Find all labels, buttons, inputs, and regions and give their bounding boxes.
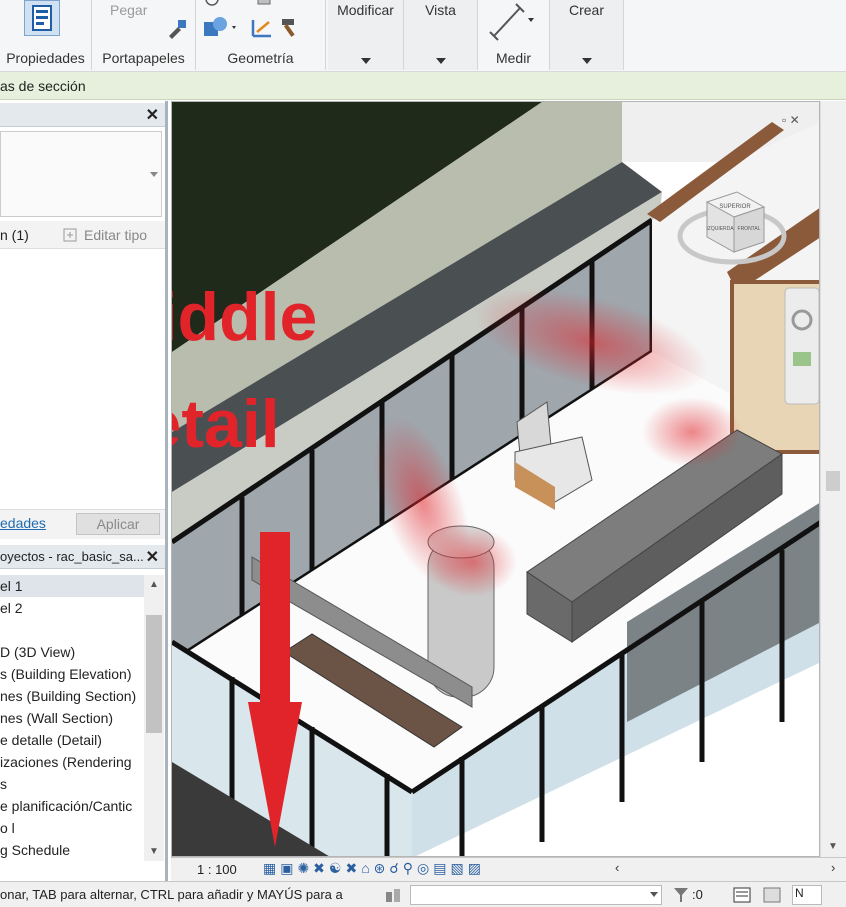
tree-item[interactable]: D (3D View): [0, 641, 145, 663]
options-bar: as de sección: [0, 72, 846, 100]
match-properties-icon[interactable]: [166, 18, 188, 40]
chevron-down-icon: [650, 892, 658, 897]
browser-scrollbar[interactable]: ▲ ▼: [144, 575, 164, 861]
ribbon: Propiedades Pegar Portapapeles Geometría…: [0, 0, 846, 72]
chevron-down-icon: [150, 172, 158, 177]
tree-item[interactable]: el 2: [0, 597, 145, 619]
geometry-label: Geometría: [227, 50, 294, 66]
editable-only-icon[interactable]: [732, 886, 752, 904]
tree-item[interactable]: e detalle (Detail): [0, 729, 145, 751]
tree-item[interactable]: g Schedule: [0, 839, 145, 861]
status-bar: onar, TAB para alternar, CTRL para añadi…: [0, 881, 846, 907]
properties-palette-header: ✕: [0, 103, 165, 127]
measure-panel-group: Medir: [478, 0, 550, 70]
chevron-up-icon[interactable]: ▲: [149, 579, 159, 590]
create-panel-button[interactable]: Crear: [550, 0, 624, 70]
tree-item[interactable]: nes (Wall Section): [0, 707, 145, 729]
close-icon[interactable]: ✕: [146, 105, 159, 125]
category-selector[interactable]: n (1): [0, 227, 58, 245]
chevron-left-icon[interactable]: ‹: [615, 860, 619, 875]
modify-label: Modificar: [337, 2, 394, 18]
view-control-bar: 1 : 100 ▦▣✺✖☯✖⌂⊛☌⚲◎▤▧▨ ‹ ›: [171, 857, 846, 881]
chevron-down-icon: [360, 58, 371, 64]
left-panel: ✕ n (1) Editar tipo edades Aplicar oyect…: [0, 101, 168, 881]
filter-count: :0: [692, 887, 703, 902]
properties-button[interactable]: [24, 0, 60, 36]
clipboard-panel-group: Pegar Portapapeles: [92, 0, 196, 70]
view-cube-right-label: FRONTAL: [738, 226, 761, 232]
chevron-down-icon[interactable]: ▼: [149, 846, 159, 857]
project-browser-header: oyectos - rac_basic_sa... ✕: [0, 545, 165, 569]
edit-type-button[interactable]: Editar tipo: [84, 227, 147, 243]
tree-item[interactable]: el 1: [0, 575, 145, 597]
wall-joins-icon[interactable]: [250, 16, 274, 38]
view-cube-left-label: IZQUIERDA: [706, 226, 734, 232]
type-selector-preview[interactable]: [0, 131, 162, 217]
edit-type-icon: [63, 228, 77, 242]
annotation-text-detail: detail: [172, 386, 280, 462]
apply-button[interactable]: Aplicar: [76, 513, 160, 535]
worksets-icon[interactable]: [384, 886, 402, 904]
cut-icon[interactable]: [202, 0, 222, 8]
status-text: onar, TAB para alternar, CTRL para añadi…: [0, 887, 343, 902]
properties-icon: [32, 5, 52, 31]
project-browser-title: oyectos - rac_basic_sa...: [0, 549, 144, 564]
tree-item[interactable]: [0, 619, 145, 641]
selection-mode-dropdown[interactable]: N: [792, 885, 822, 905]
properties-label: Propiedades: [6, 50, 85, 66]
view-control-icons[interactable]: ▦▣✺✖☯✖⌂⊛☌⚲◎▤▧▨: [263, 860, 485, 877]
tree-item[interactable]: s: [0, 773, 145, 795]
properties-panel-group: Propiedades: [0, 0, 92, 70]
geometry-panel-group: Geometría: [196, 0, 326, 70]
properties-footer: edades Aplicar: [0, 509, 165, 539]
measure-label: Medir: [495, 50, 531, 66]
tree-item[interactable]: s (Building Elevation): [0, 663, 145, 685]
tree-item[interactable]: nes (Building Section): [0, 685, 145, 707]
modify-panel-button[interactable]: Modificar: [328, 0, 404, 70]
scrollbar-thumb[interactable]: [826, 471, 840, 491]
tree-item[interactable]: o l: [0, 817, 145, 839]
join-icon[interactable]: [254, 0, 274, 8]
project-browser-tree: el 1 el 2 D (3D View) s (Building Elevat…: [0, 575, 165, 881]
select-links-icon[interactable]: [762, 886, 782, 904]
svg-text:▫ ✕: ▫ ✕: [782, 113, 800, 127]
filter-icon[interactable]: [672, 886, 690, 904]
shapes-icon[interactable]: [202, 16, 238, 38]
instance-filter-row: n (1) Editar tipo: [0, 221, 165, 249]
chevron-down-icon: [581, 58, 592, 64]
view-label: Vista: [425, 2, 456, 18]
annotation-text-middle: Middle: [172, 279, 317, 355]
create-label: Crear: [568, 2, 604, 18]
scrollbar-thumb[interactable]: [146, 615, 162, 733]
view-panel-button[interactable]: Vista: [404, 0, 478, 70]
chevron-down-icon: [435, 58, 446, 64]
model-view[interactable]: SUPERIOR IZQUIERDA FRONTAL ▫ ✕ Middle de…: [172, 102, 820, 857]
tree-item[interactable]: e planificación/Cantic: [0, 795, 145, 817]
paste-button[interactable]: Pegar: [110, 2, 147, 18]
view-cube-top-label: SUPERIOR: [719, 204, 751, 210]
chevron-right-icon[interactable]: ›: [831, 860, 835, 875]
chevron-down-icon[interactable]: ▼: [828, 841, 838, 852]
viewport-vertical-scrollbar[interactable]: ▼: [820, 101, 846, 857]
hammer-icon[interactable]: [278, 16, 302, 38]
measure-icon[interactable]: [486, 2, 536, 42]
design-option-dropdown[interactable]: [410, 885, 662, 905]
view-scale[interactable]: 1 : 100: [197, 862, 237, 877]
tree-item[interactable]: izaciones (Rendering: [0, 751, 145, 773]
clipboard-label: Portapapeles: [102, 50, 185, 66]
options-bar-text: as de sección: [0, 78, 86, 94]
properties-help-link[interactable]: edades: [0, 515, 46, 531]
close-icon[interactable]: ✕: [146, 547, 159, 567]
3d-viewport[interactable]: SUPERIOR IZQUIERDA FRONTAL ▫ ✕ Middle de…: [171, 101, 820, 857]
properties-grid: [0, 251, 165, 506]
